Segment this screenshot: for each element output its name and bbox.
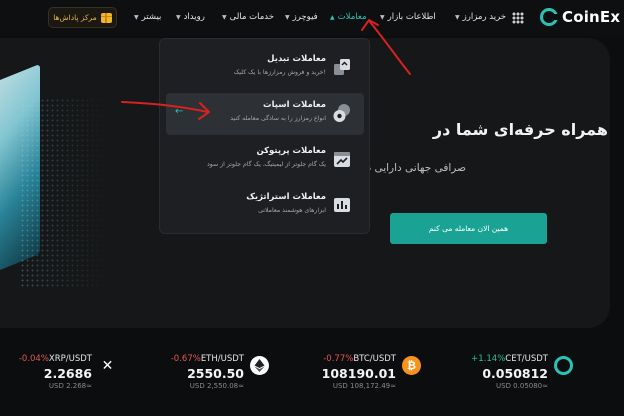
ticker-pair: CET/USDT — [505, 354, 548, 364]
coinex-logo[interactable]: CoinEx — [540, 8, 620, 26]
nav-futures[interactable]: ▼ فیوچرز — [285, 12, 318, 22]
nav-more[interactable]: ▼ بیشتر — [134, 12, 161, 22]
chevron-down-icon: ▼ — [455, 13, 460, 21]
menu-item-description: خرید و فروش رمزارزها با یک کلیک! — [233, 69, 326, 76]
chevron-up-icon: ▲ — [330, 13, 335, 21]
ticker-change: -0.77% — [323, 354, 354, 364]
ticker-item-xrp[interactable]: -0.04%XRP/USDT 2.2686 USD 2.268≈ — [16, 354, 92, 394]
nav-financial-services[interactable]: ▼ خدمات مالی — [222, 12, 274, 22]
nav-more-label: بیشتر — [141, 12, 162, 22]
ticker-pair: ETH/USDT — [200, 354, 244, 364]
bitcoin-icon: ₿ — [402, 356, 421, 375]
nav-events[interactable]: ▼ رویداد — [176, 12, 205, 22]
strategy-icon — [334, 198, 350, 212]
brand-name: CoinEx — [562, 8, 621, 26]
menu-item-description: ابزارهای هوشمند معاملاتی — [258, 207, 326, 214]
ticker-usd-value: USD 2.268≈ — [48, 382, 92, 390]
ticker-header: -0.04%XRP/USDT — [19, 354, 92, 364]
menu-item-strategy[interactable]: معاملات استراتژیک ابزارهای هوشمند معاملا… — [166, 185, 364, 227]
nav-market-info-label: اطلاعات بازار — [387, 12, 436, 22]
spot-icon — [333, 104, 350, 122]
ticker-pair: BTC/USDT — [353, 354, 396, 364]
ticker-change: +1.14% — [471, 354, 506, 364]
coinex-logo-icon — [540, 8, 559, 26]
ticker-usd-value: USD 108,172.49≈ — [332, 382, 396, 390]
perpetual-icon — [334, 152, 350, 167]
nav-buy-crypto[interactable]: ▼ خرید رمزارز — [455, 12, 506, 22]
chevron-down-icon: ▼ — [285, 13, 290, 21]
nav-futures-label: فیوچرز — [292, 12, 318, 22]
nav-buy-crypto-label: خرید رمزارز — [462, 12, 507, 22]
ticker-item-btc[interactable]: -0.77%BTC/USDT 108190.01 USD 108,172.49≈ — [310, 354, 396, 394]
chevron-down-icon: ▼ — [176, 13, 181, 21]
ticker-pair: XRP/USDT — [48, 354, 92, 364]
trade-now-button[interactable]: همین الان معامله می کنم — [390, 213, 547, 244]
ticker-usd-value: USD 2,550.08≈ — [189, 382, 244, 390]
menu-item-title: معاملات اسپات — [263, 100, 326, 110]
xrp-icon: ✕ — [98, 356, 117, 375]
ticker-usd-value: USD 0.05080≈ — [496, 382, 548, 390]
menu-item-convert[interactable]: معاملات تبدیل خرید و فروش رمزارزها با یک… — [166, 47, 364, 89]
coinex-coin-icon — [554, 356, 573, 375]
nav-events-label: رویداد — [183, 12, 205, 22]
ticker-header: -0.77%BTC/USDT — [323, 354, 396, 364]
nav-market-info[interactable]: ▼ اطلاعات بازار — [380, 12, 436, 22]
ticker-price: 2550.50 — [187, 366, 244, 381]
ticker-change: -0.04% — [18, 354, 49, 364]
ethereum-icon — [250, 356, 269, 375]
hero-title: همراه حرفه‌ای شما در — [432, 120, 608, 139]
convert-icon — [334, 59, 350, 75]
menu-item-spot[interactable]: ← معاملات اسپات انواع رمزارز را به سادگی… — [166, 93, 364, 135]
chevron-down-icon: ▼ — [380, 13, 385, 21]
particle-art-image — [20, 98, 110, 288]
ticker-header: +1.14%CET/USDT — [471, 354, 548, 364]
apps-grid-icon[interactable] — [512, 12, 524, 24]
ticker-price: 0.050812 — [482, 366, 548, 381]
trading-dropdown-menu: معاملات تبدیل خرید و فروش رمزارزها با یک… — [159, 38, 370, 234]
menu-item-description: یک گام جلوتر از لیمیتیگ، یک گام جلوتر از… — [207, 161, 326, 168]
nav-financial-services-label: خدمات مالی — [229, 12, 275, 22]
chevron-down-icon: ▼ — [222, 13, 227, 21]
ticker-item-cet[interactable]: +1.14%CET/USDT 0.050812 USD 0.05080≈ — [470, 354, 548, 394]
ticker-header: -0.67%ETH/USDT — [171, 354, 244, 364]
nav-trading-label: معاملات — [337, 12, 367, 22]
ethereum-glyph — [254, 359, 265, 372]
rewards-center-label: مرکز پاداش‌ها — [53, 13, 97, 22]
menu-item-title: معاملات تبدیل — [267, 54, 326, 64]
top-navigation-bar: CoinEx ▼ خرید رمزارز ▼ اطلاعات بازار ▲ م… — [0, 0, 624, 36]
ticker-change: -0.67% — [170, 354, 201, 364]
ticker-price: 108190.01 — [321, 366, 396, 381]
chevron-down-icon: ▼ — [134, 13, 139, 21]
arrow-left-icon: ← — [175, 106, 184, 117]
menu-item-perpetual[interactable]: معاملات پرپتوکن یک گام جلوتر از لیمیتیگ،… — [166, 139, 364, 181]
menu-item-description: انواع رمزارز را به سادگی معامله کنید — [230, 115, 326, 122]
menu-item-title: معاملات پرپتوکن — [256, 146, 326, 156]
ticker-item-eth[interactable]: -0.67%ETH/USDT 2550.50 USD 2,550.08≈ — [168, 354, 244, 394]
nav-trading[interactable]: ▲ معاملات — [330, 12, 367, 22]
ticker-price: 2.2686 — [43, 366, 92, 381]
gift-icon — [100, 12, 112, 23]
menu-item-title: معاملات استراتژیک — [246, 192, 326, 202]
rewards-center-button[interactable]: مرکز پاداش‌ها — [48, 7, 117, 28]
